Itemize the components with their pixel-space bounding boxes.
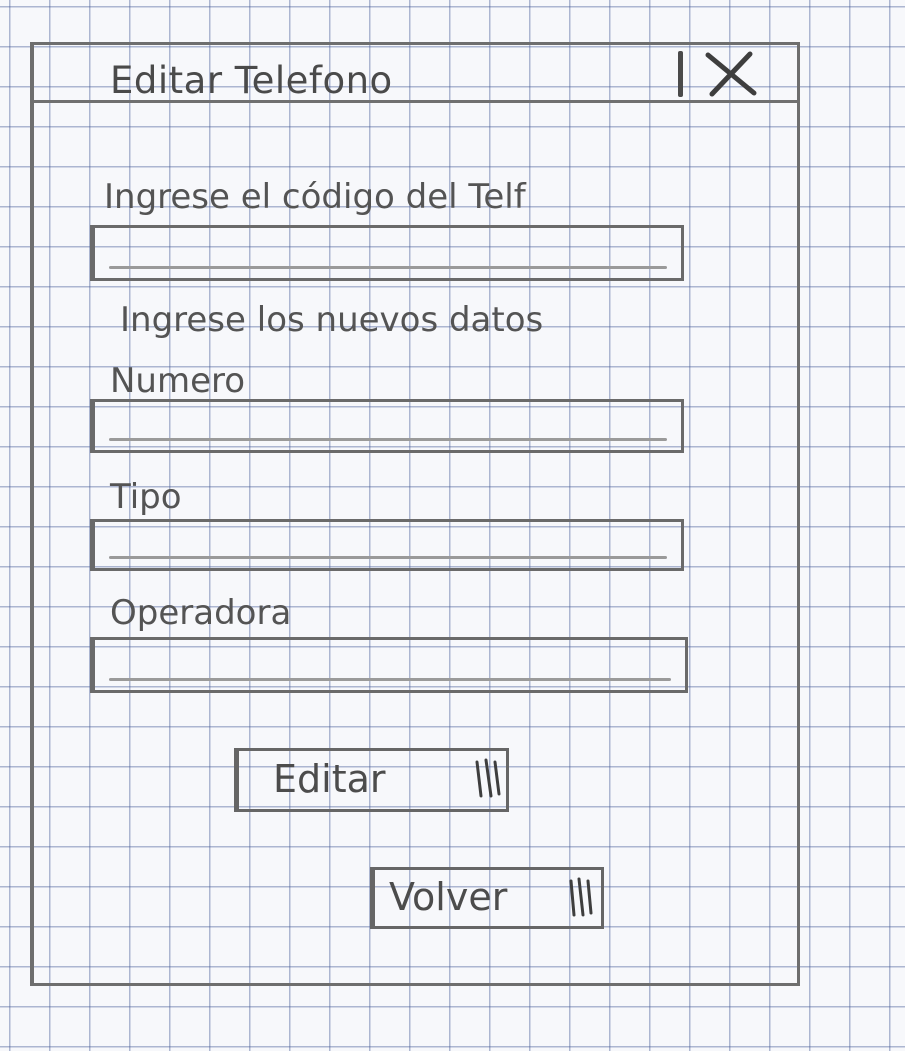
window-title: Editar Telefono: [110, 59, 393, 102]
code-input[interactable]: [90, 225, 684, 281]
code-label: Ingrese el código del Telf: [104, 177, 526, 217]
sketch-sheet: Editar Telefono Ingrese el código del Te…: [0, 0, 905, 1051]
edit-button-label: Editar: [273, 757, 386, 802]
close-button[interactable]: [674, 45, 798, 100]
operadora-label: Operadora: [110, 593, 292, 633]
operadora-input-line: [109, 678, 671, 681]
edit-button[interactable]: Editar: [234, 748, 509, 812]
back-button-label: Volver: [389, 875, 508, 920]
tipo-input[interactable]: [90, 519, 684, 571]
hatch-icon: [569, 877, 593, 917]
hatch-icon: [475, 758, 501, 798]
numero-label: Numero: [110, 361, 246, 401]
close-icon: [705, 51, 757, 97]
new-data-label: Ingrese los nuevos datos: [120, 300, 544, 340]
edit-phone-window: Editar Telefono Ingrese el código del Te…: [30, 42, 800, 986]
close-button-divider: [678, 51, 683, 97]
numero-input-line: [109, 438, 667, 441]
back-button[interactable]: Volver: [370, 867, 604, 929]
tipo-input-line: [109, 556, 667, 559]
operadora-input[interactable]: [90, 637, 688, 693]
title-bar: Editar Telefono: [34, 45, 797, 103]
code-input-line: [109, 266, 667, 269]
numero-input[interactable]: [90, 399, 684, 453]
tipo-label: Tipo: [110, 477, 182, 517]
